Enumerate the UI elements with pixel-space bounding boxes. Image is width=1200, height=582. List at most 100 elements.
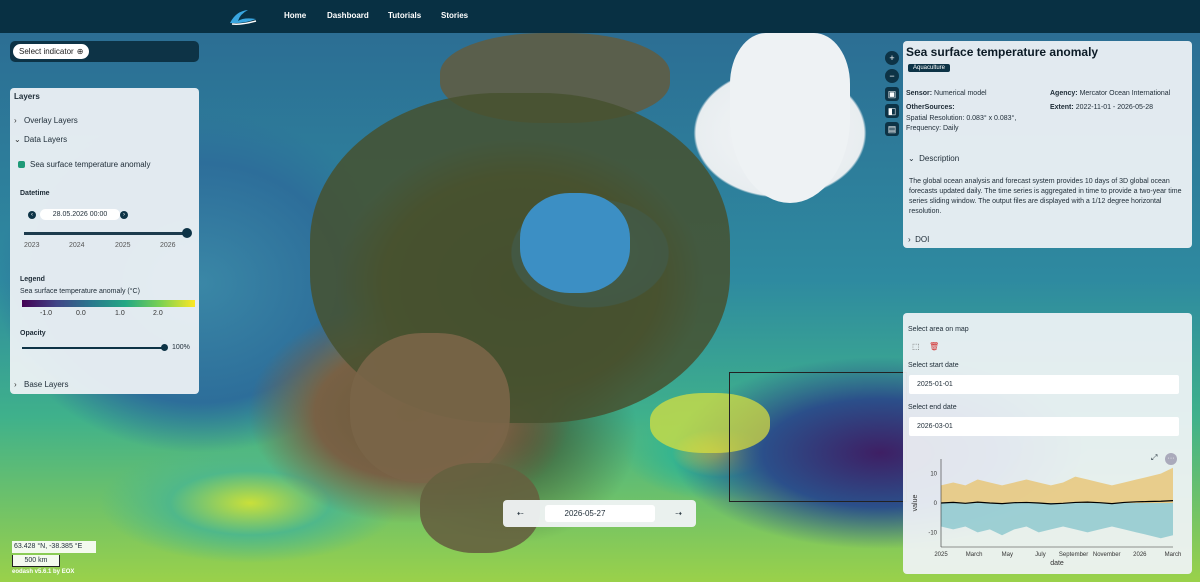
legend-colorbar xyxy=(22,300,195,307)
chevron-right-icon: › xyxy=(14,116,17,125)
chart-menu-icon[interactable]: ··· xyxy=(1165,453,1177,465)
timeline-slider-track[interactable] xyxy=(24,232,186,235)
sensor-value: Numerical model xyxy=(934,90,987,97)
x-tick-label: September xyxy=(1059,552,1088,558)
x-tick-label: 2026 xyxy=(1133,552,1147,558)
y-tick-label: -10 xyxy=(928,530,937,536)
select-indicator-button[interactable]: Select indicator ⊕ xyxy=(13,44,90,59)
legend-tick: 1.0 xyxy=(115,310,125,317)
previous-date-arrow-icon[interactable]: ⇠ xyxy=(517,509,524,518)
base-layers-label: Base Layers xyxy=(24,380,69,389)
x-tick-label: May xyxy=(1002,552,1013,558)
draw-rectangle-icon[interactable]: ⬚ xyxy=(912,342,920,351)
top-navigation-bar: Home Dashboard Tutorials Stories xyxy=(0,0,1200,33)
extent-label: Extent: xyxy=(1050,104,1074,111)
delete-icon[interactable]: 🗑 xyxy=(929,342,939,351)
timeline-tick: 2023 xyxy=(24,242,40,249)
theme-tag[interactable]: Aquaculture xyxy=(908,64,951,72)
compare-layers-icon[interactable]: ◧ xyxy=(885,104,899,118)
cursor-coordinates: 63.428 °N, -38.385 °E xyxy=(12,541,96,553)
nav-tutorials[interactable]: Tutorials xyxy=(388,11,421,20)
zoom-out-button[interactable]: − xyxy=(885,69,899,83)
current-date-field[interactable]: 2026-05-27 xyxy=(544,505,655,522)
legend-tick: -1.0 xyxy=(40,310,53,317)
opacity-label: Opacity xyxy=(20,330,46,337)
legend-tick: 2.0 xyxy=(153,310,163,317)
western-us-desert xyxy=(350,333,510,483)
chevron-right-icon: › xyxy=(908,235,911,244)
selected-area-rectangle[interactable] xyxy=(729,372,907,502)
next-date-arrow-icon[interactable]: ⇢ xyxy=(675,509,682,518)
y-axis-label: value xyxy=(912,495,919,512)
nav-stories[interactable]: Stories xyxy=(441,11,468,20)
select-area-label: Select area on map xyxy=(908,326,969,333)
hudson-bay xyxy=(520,193,630,293)
overlay-layers-label: Overlay Layers xyxy=(24,116,78,125)
end-date-input[interactable]: 2026-03-01 xyxy=(909,417,1179,436)
spatial-resolution: Spatial Resolution: 0.083° x 0.083°, xyxy=(906,115,1017,122)
description-toggle[interactable]: ⌄ Description xyxy=(908,154,959,163)
start-date-label: Select start date xyxy=(908,362,959,369)
legend-title: Sea surface temperature anomaly (°C) xyxy=(20,288,140,295)
analysis-panel: Select area on map ⬚ 🗑 Select start date… xyxy=(903,313,1192,574)
datetime-input[interactable]: 28.05.2026 00:00 xyxy=(40,209,120,220)
sensor-label: Sensor: xyxy=(906,90,933,97)
base-layers-toggle[interactable]: › Base Layers xyxy=(14,380,68,389)
overlay-layers-toggle[interactable]: › Overlay Layers xyxy=(14,116,78,125)
y-tick-label: 0 xyxy=(934,501,938,507)
agency-label: Agency: xyxy=(1050,90,1078,97)
description-text: The global ocean analysis and forecast s… xyxy=(909,178,1182,215)
version-credit: eodash v5.6.1 by EOX xyxy=(12,569,75,575)
indicator-info-panel: Sea surface temperature anomaly Aquacult… xyxy=(903,41,1192,248)
datetime-label: Datetime xyxy=(20,190,50,197)
x-tick-label: November xyxy=(1093,552,1121,558)
active-layer-name: Sea surface temperature anomaly xyxy=(30,160,151,169)
plus-circle-icon: ⊕ xyxy=(76,47,84,56)
indicator-title: Sea surface temperature anomaly xyxy=(906,45,1099,59)
max-series-area xyxy=(941,467,1173,503)
frequency: Frequency: Daily xyxy=(906,125,959,132)
min-series-area xyxy=(941,503,1173,539)
x-tick-label: 2025 xyxy=(934,552,948,558)
doi-toggle[interactable]: › DOI xyxy=(908,235,929,244)
nav-dashboard[interactable]: Dashboard xyxy=(327,11,369,20)
nav-home[interactable]: Home xyxy=(284,11,306,20)
legend-label: Legend xyxy=(20,276,45,283)
opacity-slider-handle[interactable] xyxy=(161,344,168,351)
date-navigation-bar: ⇠ 2026-05-27 ⇢ xyxy=(503,500,696,527)
select-indicator-label: Select indicator xyxy=(19,47,74,56)
y-tick-label: 10 xyxy=(930,472,937,478)
zoom-in-button[interactable]: + xyxy=(885,51,899,65)
doi-label: DOI xyxy=(915,235,930,244)
layer-visibility-checkbox[interactable] xyxy=(18,161,25,168)
greenland-landmass xyxy=(730,33,850,203)
eodash-logo-icon[interactable] xyxy=(226,5,260,27)
datetime-picker-icon[interactable]: ▤ xyxy=(885,122,899,136)
timeline-slider-handle[interactable] xyxy=(182,228,192,238)
description-label: Description xyxy=(919,154,960,163)
prev-date-button[interactable]: ‹ xyxy=(28,211,36,219)
legend-tick: 0.0 xyxy=(76,310,86,317)
select-indicator-bar: Select indicator ⊕ xyxy=(10,41,199,62)
x-tick-label: March xyxy=(966,552,983,558)
active-layer-item[interactable]: Sea surface temperature anomaly xyxy=(18,160,151,169)
extent-value: 2022-11-01 - 2026-05-28 xyxy=(1075,104,1154,111)
data-layers-label: Data Layers xyxy=(24,135,68,144)
chevron-down-icon: ⌄ xyxy=(14,135,21,144)
layers-title: Layers xyxy=(14,92,40,101)
opacity-slider-track[interactable] xyxy=(22,347,165,349)
end-date-label: Select end date xyxy=(908,404,957,411)
expand-icon[interactable]: ⤢ xyxy=(1151,453,1157,463)
x-axis-label: date xyxy=(1050,560,1064,567)
next-date-button[interactable]: › xyxy=(120,211,128,219)
timeline-tick: 2026 xyxy=(160,242,176,249)
data-layers-toggle[interactable]: ⌄ Data Layers xyxy=(14,135,67,144)
scale-bar: 500 km xyxy=(12,555,60,567)
timeline-tick: 2024 xyxy=(69,242,85,249)
chevron-down-icon: ⌄ xyxy=(908,154,915,163)
start-date-input[interactable]: 2025-01-01 xyxy=(909,375,1179,394)
chevron-right-icon: › xyxy=(14,380,17,389)
timeseries-chart[interactable]: 10 0 -10 2025 March May July September November 2… xyxy=(903,451,1192,573)
timeline-tick: 2025 xyxy=(115,242,131,249)
export-map-icon[interactable]: ▣ xyxy=(885,87,899,101)
